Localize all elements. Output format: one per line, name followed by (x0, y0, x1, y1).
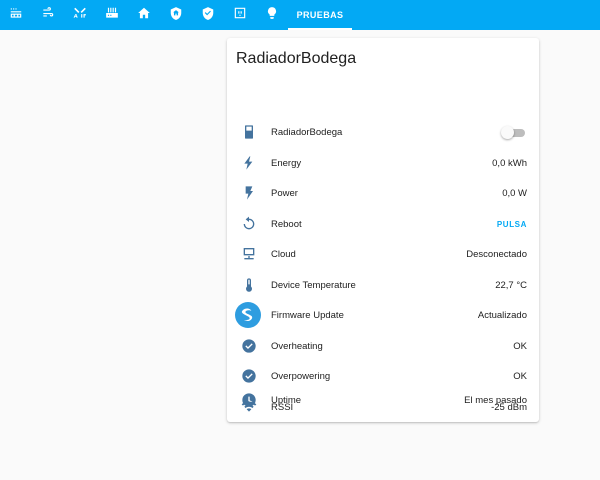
clock-icon (239, 390, 259, 410)
radiator-icon (239, 122, 259, 142)
shield-check-icon (201, 6, 215, 25)
tab-power-socket[interactable] (224, 0, 256, 30)
tab-shield-check[interactable] (192, 0, 224, 30)
flash-icon (239, 153, 259, 173)
entity-label: Device Temperature (271, 279, 356, 291)
entity-label: Energy (271, 157, 302, 169)
tab-router[interactable] (96, 0, 128, 30)
tab-wind[interactable] (32, 0, 64, 30)
entity-label: RadiadorBodega (271, 126, 343, 138)
flash-icon (239, 183, 259, 203)
entity-label: Reboot (271, 218, 302, 230)
ac-icon (73, 6, 87, 25)
restart-icon (239, 214, 259, 234)
entity-row-energy[interactable]: Energy 0,0 kWh (227, 148, 539, 178)
tab-home[interactable] (128, 0, 160, 30)
thermometer-icon (239, 275, 259, 295)
entity-row-cloud[interactable]: Cloud Desconectado (227, 239, 539, 269)
check-circle-icon (239, 366, 259, 386)
wind-icon (41, 6, 55, 25)
home-icon (137, 6, 151, 25)
entity-row-firmware-update[interactable]: Firmware Update Actualizado (227, 300, 539, 330)
entity-label: Power (271, 187, 298, 199)
temperature-grid-icon (9, 6, 23, 25)
entity-row-power[interactable]: Power 0,0 W (227, 178, 539, 208)
entities-card: RadiadorBodega RadiadorBodega Energy 0,0… (227, 38, 539, 422)
tab-temperature-grid[interactable] (0, 0, 32, 30)
entity-row-uptime[interactable]: Uptime El mes pasado (227, 385, 539, 415)
entity-value: Desconectado (466, 248, 527, 260)
tab-shield-home[interactable] (160, 0, 192, 30)
tab-ac[interactable] (64, 0, 96, 30)
entity-row-reboot[interactable]: Reboot PULSA (227, 209, 539, 239)
toggle-thumb (501, 126, 514, 139)
cloud-server-icon (239, 244, 259, 264)
entity-label: Overpowering (271, 370, 331, 382)
reboot-press-button[interactable]: PULSA (497, 220, 527, 229)
entity-label: Cloud (271, 248, 296, 260)
power-socket-icon (233, 6, 247, 25)
entity-value: OK (513, 370, 527, 382)
entity-value: El mes pasado (464, 394, 527, 406)
entity-value: 22,7 °C (495, 279, 527, 291)
entity-value: OK (513, 340, 527, 352)
active-tab-indicator (288, 28, 352, 30)
top-tab-bar: PRUEBAS (0, 0, 600, 30)
switch-toggle[interactable] (501, 126, 525, 139)
entity-label: Firmware Update (271, 309, 344, 321)
entity-value: Actualizado (477, 309, 527, 321)
entity-value: 0,0 W (502, 187, 527, 199)
entity-label: Uptime (271, 394, 302, 406)
tab-lightbulb[interactable] (256, 0, 288, 30)
lightbulb-icon (265, 6, 279, 25)
shelly-logo-icon (235, 302, 261, 328)
entity-label: Overheating (271, 340, 323, 352)
check-circle-icon (239, 336, 259, 356)
entity-row-device-temperature[interactable]: Device Temperature 22,7 °C (227, 270, 539, 300)
tab-pruebas[interactable]: PRUEBAS (288, 0, 352, 30)
entity-row-overheating[interactable]: Overheating OK (227, 331, 539, 361)
card-title: RadiadorBodega (236, 50, 357, 67)
shield-home-icon (169, 6, 183, 25)
entity-value: 0,0 kWh (492, 157, 527, 169)
router-icon (105, 6, 119, 25)
entity-row-switch[interactable]: RadiadorBodega (227, 117, 539, 147)
